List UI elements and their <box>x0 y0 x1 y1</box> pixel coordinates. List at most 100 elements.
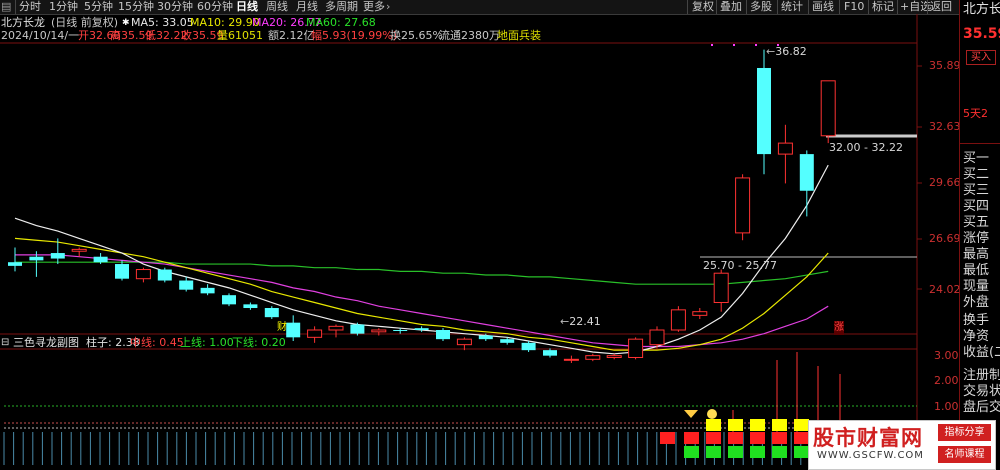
candlestick[interactable] <box>200 284 215 296</box>
high-marker-value: 36.82 <box>775 45 807 58</box>
candle-body <box>371 329 387 333</box>
candle-body <box>286 322 301 338</box>
ma10-line <box>14 237 829 351</box>
candlestick[interactable] <box>628 337 644 360</box>
panel-row-trade-status: 交易状 <box>963 384 1000 399</box>
candle-body <box>243 304 258 309</box>
signal-block <box>750 419 765 431</box>
panel-price: 35.59 <box>963 26 1000 42</box>
signal-block <box>772 419 787 431</box>
candlestick[interactable] <box>456 337 472 351</box>
candlestick[interactable] <box>757 49 771 175</box>
watermark-logo: 股市财富网 WWW.GSCFW.COM 指标分享 名师课程 <box>808 420 996 470</box>
candle-body <box>264 308 279 318</box>
ind-tick-1: 3.00 <box>934 349 959 362</box>
signal-block <box>706 446 721 458</box>
price-tick-1: 35.89 <box>929 59 961 72</box>
candlestick[interactable] <box>521 340 536 352</box>
candlestick[interactable] <box>286 315 301 341</box>
candle-body <box>328 325 344 331</box>
candlestick[interactable] <box>606 353 622 360</box>
ind-tick-2: 2.00 <box>934 374 959 387</box>
candlestick[interactable] <box>115 260 129 281</box>
candle-body <box>222 295 236 305</box>
candlestick[interactable] <box>328 324 344 338</box>
candle-body <box>735 177 751 234</box>
panel-row-outer: 外盘 <box>963 295 990 310</box>
candlestick[interactable] <box>8 247 22 272</box>
candlestick[interactable] <box>350 322 365 336</box>
finance-marker[interactable]: 财 <box>277 321 287 335</box>
watermark-tag-course: 名师课程 <box>938 446 991 463</box>
candlestick[interactable] <box>243 302 258 310</box>
candlestick[interactable] <box>563 355 579 363</box>
candle-body <box>179 280 194 290</box>
candlestick[interactable] <box>777 124 793 184</box>
candlestick[interactable] <box>436 328 450 341</box>
panel-stock-name: 北方长 <box>963 2 1000 17</box>
signal-block <box>660 432 675 444</box>
candlestick[interactable] <box>264 306 279 320</box>
candle-body <box>713 272 729 304</box>
candle-body <box>456 338 472 346</box>
candlestick[interactable] <box>692 308 708 320</box>
candlestick[interactable] <box>179 276 194 292</box>
candlestick[interactable] <box>157 267 172 283</box>
panel-row-buy3: 买三 <box>963 183 990 198</box>
collapse-icon[interactable]: ⊟ <box>1 336 9 350</box>
candle-body <box>436 330 450 340</box>
price-tick-5: 24.02 <box>929 283 961 296</box>
signal-block <box>794 432 809 444</box>
candle-body <box>757 67 771 155</box>
indicator-shangxian: 上线: 1.00 <box>180 336 234 349</box>
buy-button[interactable]: 买入 <box>966 50 996 65</box>
panel-row-buy5: 买五 <box>963 215 990 230</box>
quote-panel: 北方长 35.59 买入 5天2 买一 买二 买三 买四 买五 涨停 最高 最低… <box>959 0 1000 470</box>
candle-body <box>777 142 793 155</box>
candlestick[interactable] <box>222 293 236 307</box>
panel-row-after-hours: 盘后交 <box>963 400 1000 415</box>
indicator-xiaxian: 下线: 0.20 <box>232 336 286 349</box>
candle-body <box>563 358 579 361</box>
indicator-name[interactable]: 三色寻龙副图 <box>13 336 79 350</box>
candle-body <box>628 338 644 358</box>
signal-block <box>728 446 743 458</box>
kline-chart[interactable] <box>0 0 960 470</box>
candle-body <box>200 287 215 294</box>
candlestick[interactable] <box>649 326 665 349</box>
candle-body <box>93 256 108 263</box>
candlestick[interactable] <box>735 174 751 241</box>
panel-row-buy2: 买二 <box>963 167 990 182</box>
candle-body <box>585 355 601 360</box>
candle-body <box>393 330 408 331</box>
candlestick[interactable] <box>670 306 686 332</box>
money-bag-icon <box>707 409 717 419</box>
candlestick[interactable] <box>585 353 601 362</box>
candlestick[interactable] <box>307 326 323 343</box>
candlestick[interactable] <box>820 80 836 144</box>
candlestick[interactable] <box>799 150 814 217</box>
diamond-icon <box>684 410 698 418</box>
candle-body <box>135 269 151 280</box>
signal-block <box>772 432 787 444</box>
candlestick[interactable] <box>543 348 557 358</box>
candlestick[interactable] <box>713 269 729 312</box>
candle-body <box>157 269 172 281</box>
price-tick-4: 26.69 <box>929 232 961 245</box>
signal-block <box>706 419 721 431</box>
candlestick[interactable] <box>71 247 87 257</box>
candle-body <box>692 311 708 316</box>
candle-body <box>670 309 686 331</box>
watermark-url: WWW.GSCFW.COM <box>817 450 924 461</box>
ind-tick-3: 1.00 <box>934 400 959 413</box>
limit-up-marker[interactable]: 涨 <box>834 321 844 335</box>
candle-body <box>350 324 365 334</box>
candlestick[interactable] <box>135 267 151 283</box>
upper-range-label: 32.00 - 32.22 <box>829 141 903 154</box>
candle-body <box>8 262 22 266</box>
panel-row-buy4: 买四 <box>963 199 990 214</box>
watermark-tag-share: 指标分享 <box>938 424 991 441</box>
candlestick[interactable] <box>50 238 65 265</box>
candle-body <box>649 329 665 346</box>
panel-row-net-asset: 净资 <box>963 329 990 344</box>
